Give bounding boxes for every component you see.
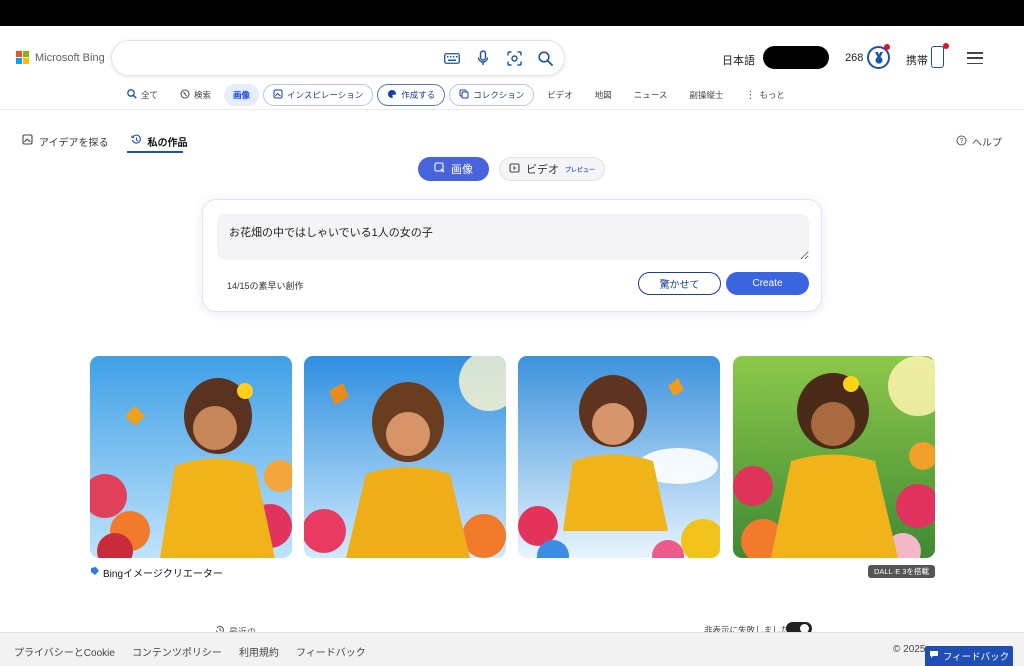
nav-item-all[interactable]: 全て <box>118 84 167 106</box>
phone-icon[interactable] <box>931 46 944 68</box>
footer-link-privacy[interactable]: プライバシーとCookie <box>14 644 115 659</box>
active-tab-underline <box>127 151 183 153</box>
prompt-input[interactable]: お花畑の中ではしゃいでいる1人の女の子 <box>217 214 809 260</box>
search-icon <box>127 88 137 102</box>
footer: プライバシーとCookie コンテンツポリシー 利用規約 フィードバック © 2… <box>0 632 1024 666</box>
nav-item-maps[interactable]: 地図 <box>586 84 621 106</box>
svg-text:?: ? <box>960 138 964 145</box>
search-input[interactable] <box>128 48 448 68</box>
tab-my-creations[interactable]: 私の作品 <box>130 133 188 149</box>
history-icon <box>130 134 142 148</box>
palette-icon <box>387 89 397 102</box>
copilot-icon <box>180 88 190 102</box>
copyright: © 2025 <box>893 644 926 655</box>
footer-link-terms[interactable]: 利用規約 <box>239 644 279 659</box>
feedback-button[interactable]: フィードバック <box>925 646 1013 666</box>
dalle-badge: DALL·E 3を搭載 <box>868 565 936 578</box>
microsoft-logo-icon <box>16 51 29 64</box>
image-create-icon <box>434 162 445 176</box>
image-creator-label[interactable]: Bingイメージクリエーター <box>90 565 223 580</box>
result-image-2[interactable] <box>304 356 506 558</box>
microphone-icon[interactable] <box>474 49 492 67</box>
result-image-4[interactable] <box>733 356 935 558</box>
search-icon[interactable] <box>536 49 554 67</box>
result-image-1[interactable] <box>90 356 292 558</box>
bing-logo[interactable]: Microsoft Bing <box>16 51 105 64</box>
boosts-remaining: 14/15の素早い創作 <box>227 281 304 291</box>
logo-text: Microsoft Bing <box>35 51 105 64</box>
hamburger-menu-icon[interactable] <box>967 52 983 64</box>
nav-item-search[interactable]: 検索 <box>171 84 220 106</box>
creator-subnav: アイデアを探る 私の作品 <box>22 133 188 149</box>
nav-item-news[interactable]: ニュース <box>625 84 677 106</box>
nav-item-more[interactable]: ⋮ もっと <box>736 84 794 106</box>
footer-link-content-policy[interactable]: コンテンツポリシー <box>132 644 222 659</box>
mode-video-button[interactable]: ビデオ プレビュー <box>499 157 605 181</box>
nav-item-videos[interactable]: ビデオ <box>538 84 582 106</box>
inspiration-icon <box>273 89 283 102</box>
account-button[interactable] <box>763 46 829 69</box>
collection-icon <box>459 89 469 102</box>
result-image-3[interactable] <box>518 356 720 558</box>
rewards-points[interactable]: 268 <box>845 52 863 64</box>
header: Microsoft Bing 日本語 268 携帯 全て 検索 画像 インスピレ… <box>0 26 1024 110</box>
search-box <box>112 41 564 75</box>
preview-badge: プレビュー <box>564 167 595 174</box>
nav-item-copilot[interactable]: 副操縦士 <box>680 84 732 106</box>
create-button[interactable]: Create <box>726 272 809 295</box>
image-icon <box>22 134 33 148</box>
mode-image-button[interactable]: 画像 <box>418 157 489 181</box>
nav-item-inspiration[interactable]: インスピレーション <box>263 84 374 106</box>
mobile-label[interactable]: 携帯 <box>906 52 928 68</box>
tab-explore-ideas[interactable]: アイデアを探る <box>22 133 109 149</box>
surprise-me-button[interactable]: 驚かせて <box>638 272 721 295</box>
nav-item-images[interactable]: 画像 <box>224 84 260 106</box>
footer-link-feedback[interactable]: フィードバック <box>296 644 366 659</box>
notification-dot <box>943 43 949 49</box>
help-icon: ? <box>956 135 967 149</box>
help-link[interactable]: ? ヘルプ <box>956 134 1002 149</box>
video-icon <box>509 162 520 176</box>
keyboard-icon[interactable] <box>443 49 461 67</box>
feedback-icon <box>929 650 939 662</box>
top-black-bar <box>0 0 1024 26</box>
prompt-card: お花畑の中ではしゃいでいる1人の女の子 14/15の素早い創作 驚かせて Cre… <box>202 199 822 312</box>
vertical-nav: 全て 検索 画像 インスピレーション 作成する コレクション ビデオ 地図 ニュ… <box>118 84 794 106</box>
bing-creator-icon <box>90 566 100 579</box>
language-selector[interactable]: 日本語 <box>722 52 755 68</box>
nav-item-create[interactable]: 作成する <box>377 84 446 106</box>
visual-search-icon[interactable] <box>505 49 523 67</box>
notification-dot <box>884 44 890 50</box>
nav-item-collections[interactable]: コレクション <box>449 84 535 106</box>
more-dots-icon: ⋮ <box>745 89 756 101</box>
